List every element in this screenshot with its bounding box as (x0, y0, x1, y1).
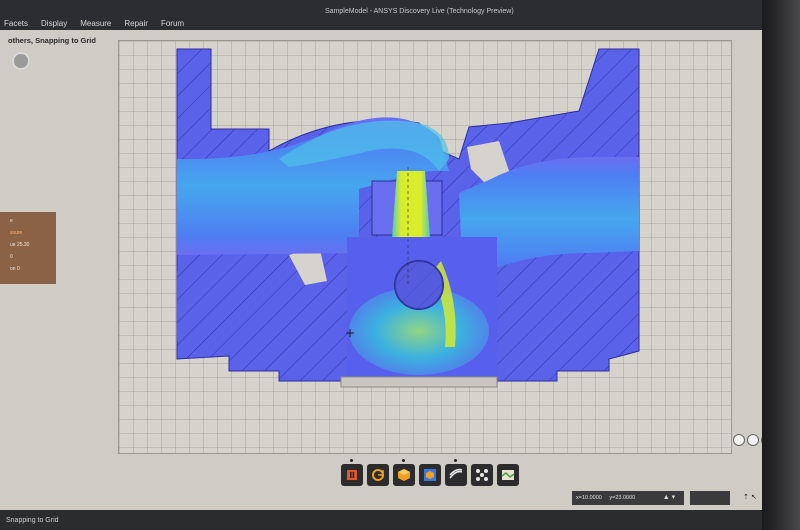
rotate-button[interactable] (367, 464, 389, 486)
dots-icon (476, 469, 488, 481)
valve-simulation-view: + (176, 48, 640, 388)
panel-line[interactable]: ssure (10, 230, 22, 236)
svg-text:+: + (345, 326, 355, 340)
panel-line: e (10, 218, 13, 224)
x-coordinate: x=10.0000 (576, 495, 602, 501)
menu-item-repair[interactable]: Repair (124, 19, 148, 28)
triangle-dropdown-button[interactable]: ▲ ▾ (654, 491, 684, 505)
status-spacer (690, 491, 730, 505)
bottom-plate (340, 376, 498, 388)
pause-simulation-button[interactable] (341, 459, 363, 486)
menu-item-forum[interactable]: Forum (161, 19, 184, 28)
menu-item-measure[interactable]: Measure (80, 19, 111, 28)
panel-line: ue 25.30 (10, 242, 30, 248)
map-icon (501, 470, 515, 480)
viewport-canvas[interactable]: + (118, 40, 732, 454)
status-message: Snapping to Grid (6, 517, 59, 524)
cursor-mode-icon[interactable]: ⇡ ↖ (738, 491, 762, 505)
snap-status: others, Snapping to Grid (8, 36, 96, 45)
pause-icon (347, 470, 357, 480)
monitor-screen: SampleModel - ANSYS Discovery Live (Tech… (0, 0, 762, 530)
monitor-bezel (762, 0, 800, 530)
cube-select-icon (424, 469, 436, 481)
flow-icon (449, 468, 463, 479)
status-bar: Snapping to Grid (0, 510, 762, 530)
view-front-icon[interactable] (733, 434, 745, 446)
results-panel: e ssure ue 25.30 0 on 0 (0, 212, 56, 284)
probe-points-button[interactable] (471, 464, 493, 486)
panel-line: 0 (10, 254, 13, 260)
rotate-icon (372, 469, 384, 481)
y-coordinate: y=23.0000 (609, 495, 636, 501)
flow-lines-button[interactable] (445, 459, 467, 486)
menu-item-display[interactable]: Display (41, 19, 67, 28)
panel-line: on 0 (10, 266, 20, 272)
bottom-toolbar (341, 459, 519, 490)
tool-mode-icon[interactable] (12, 52, 30, 70)
view-orientation-controls[interactable] (733, 434, 762, 446)
view-iso-icon[interactable] (747, 434, 759, 446)
solid-box-button[interactable] (393, 459, 415, 486)
box-icon (398, 469, 410, 481)
coordinate-readout: x=10.0000 y=23.0000 (572, 491, 654, 505)
map-view-button[interactable] (497, 464, 519, 486)
window-title: SampleModel - ANSYS Discovery Live (Tech… (325, 8, 514, 15)
cube-select-button[interactable] (419, 464, 441, 486)
menu-item-facets[interactable]: Facets (4, 19, 28, 28)
title-bar: SampleModel - ANSYS Discovery Live (Tech… (0, 0, 762, 30)
menu-bar: Facets Display Measure Repair Forum (4, 19, 184, 28)
